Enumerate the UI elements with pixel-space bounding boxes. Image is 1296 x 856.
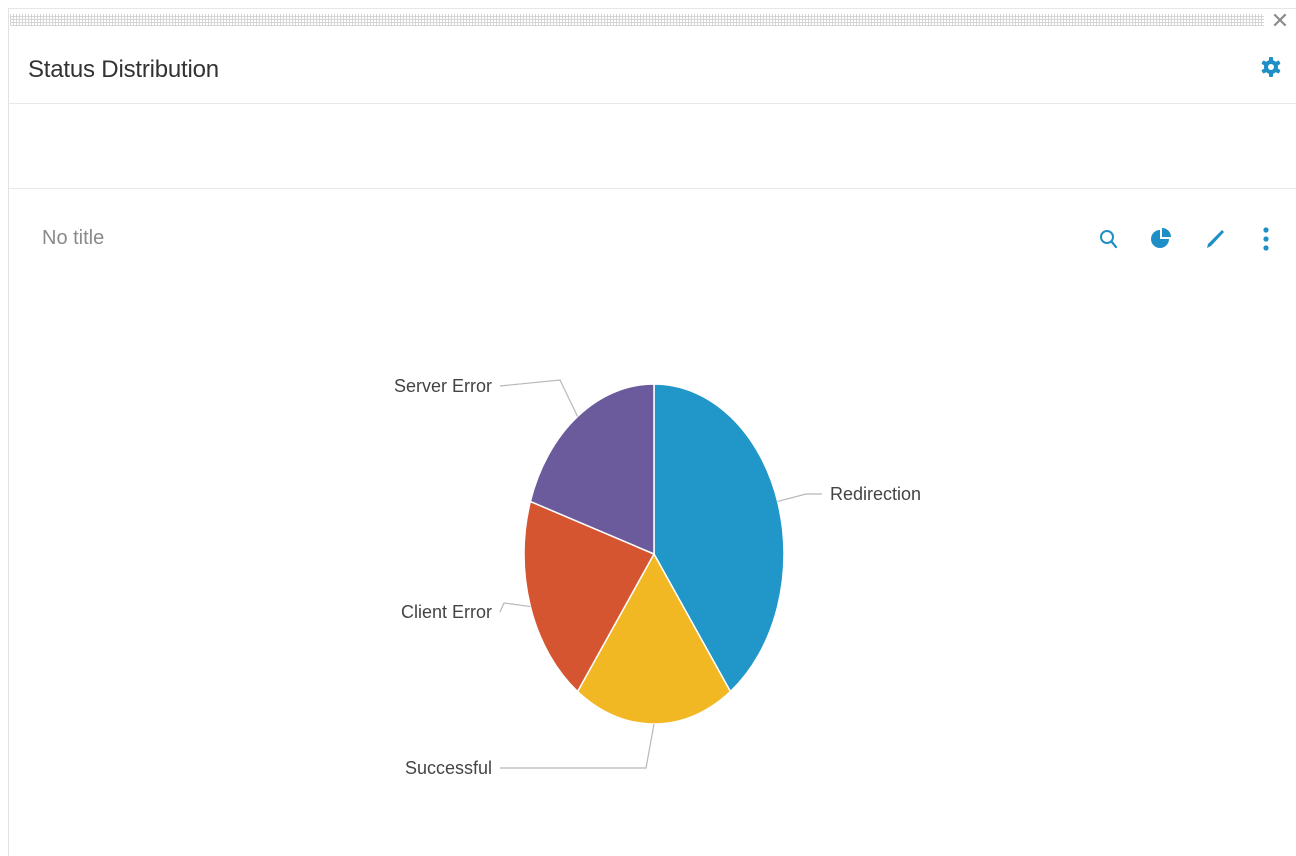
pie-label: Redirection	[830, 484, 921, 504]
leader-line	[777, 493, 822, 503]
pie-label: Client Error	[401, 602, 492, 622]
leader-line	[499, 379, 579, 417]
pie-label: Successful	[405, 758, 492, 778]
pie-chart: Redirection Successful Client Error Server …	[394, 376, 921, 778]
pie-label: Server Error	[394, 376, 492, 396]
leader-line	[500, 723, 655, 769]
leader-line	[499, 602, 531, 613]
